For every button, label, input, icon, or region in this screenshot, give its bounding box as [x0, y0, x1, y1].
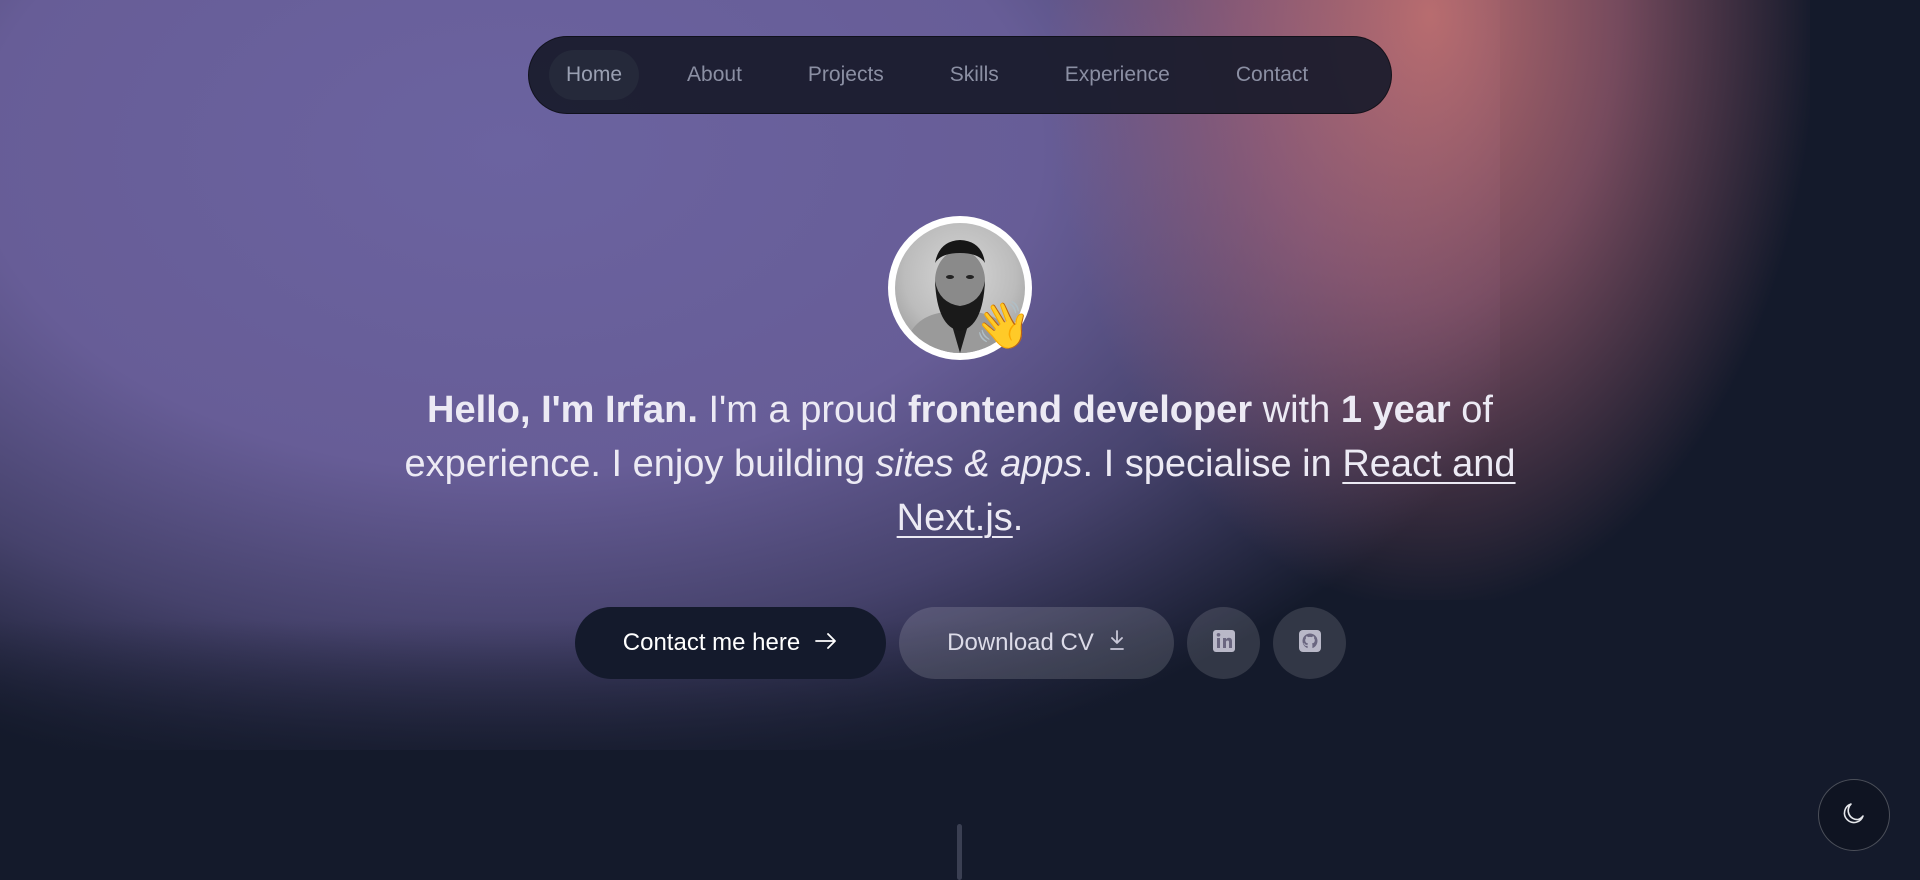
download-cv-label: Download CV [947, 629, 1094, 656]
intro-text-5: . [1012, 497, 1024, 539]
nav-item-home[interactable]: Home [549, 50, 640, 100]
top-navigation: Home About Projects Skills Experience Co… [528, 36, 1392, 114]
nav-item-experience[interactable]: Experience [1048, 50, 1187, 100]
nav-item-projects[interactable]: Projects [791, 50, 901, 100]
download-cv-button[interactable]: Download CV [899, 607, 1174, 679]
theme-toggle-button[interactable] [1818, 779, 1890, 851]
moon-icon [1841, 800, 1867, 830]
linkedin-icon [1212, 629, 1236, 657]
intro-role: frontend developer [907, 389, 1253, 431]
linkedin-button[interactable] [1187, 607, 1260, 679]
github-icon [1298, 629, 1322, 657]
intro-years: 1 year [1340, 389, 1451, 431]
contact-button[interactable]: Contact me here [575, 607, 886, 679]
github-button[interactable] [1273, 607, 1346, 679]
intro-text-4: . I specialise in [1082, 443, 1343, 485]
intro-greeting: Hello, I'm Irfan. [427, 389, 698, 431]
hero-intro-text: Hello, I'm Irfan. I'm a proud frontend d… [370, 383, 1550, 545]
nav-item-about[interactable]: About [670, 50, 759, 100]
intro-text-2: with [1252, 389, 1341, 431]
intro-things: sites & apps [875, 443, 1083, 485]
nav-item-contact[interactable]: Contact [1219, 50, 1325, 100]
arrow-right-icon [814, 629, 838, 657]
contact-button-label: Contact me here [622, 629, 801, 656]
waving-hand-icon: 👋 [974, 298, 1032, 352]
nav-item-skills[interactable]: Skills [933, 50, 1016, 100]
intro-text-1: I'm a proud [697, 389, 908, 431]
scroll-divider [957, 824, 962, 880]
download-icon [1108, 629, 1126, 658]
